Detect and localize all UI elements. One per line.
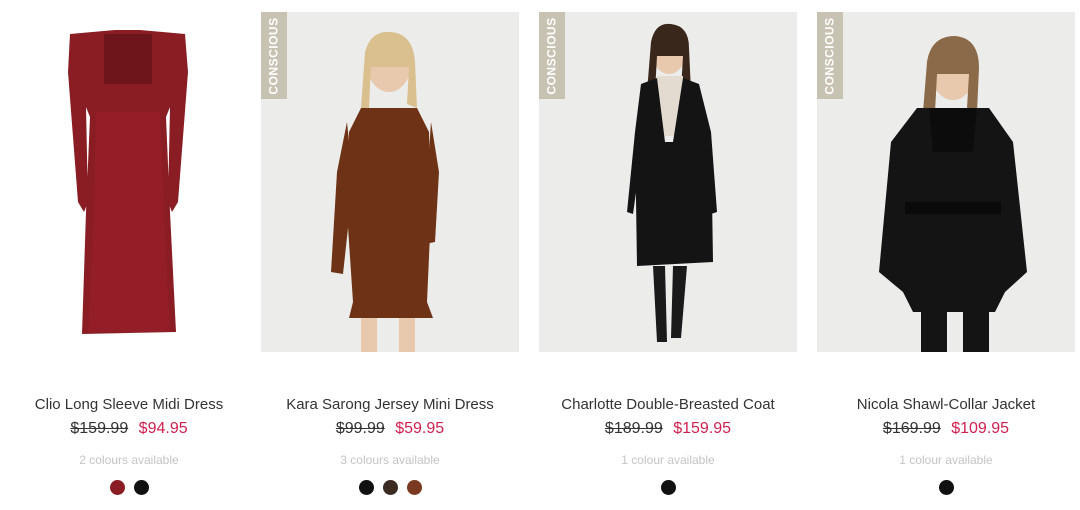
product-card-clio[interactable]: Clio Long Sleeve Midi Dress $159.99 $94.… — [0, 0, 258, 510]
conscious-badge: CONSCIOUS — [817, 12, 843, 99]
colour-swatch-rust[interactable] — [406, 480, 422, 495]
product-name[interactable]: Charlotte Double-Breasted Coat — [539, 396, 797, 413]
colour-swatch-black[interactable] — [358, 480, 374, 495]
product-name[interactable]: Kara Sarong Jersey Mini Dress — [261, 396, 519, 413]
price-block: $189.99 $159.95 — [539, 420, 797, 438]
conscious-badge: CONSCIOUS — [261, 12, 287, 99]
model-illustration — [879, 36, 1027, 352]
product-image[interactable]: CONSCIOUS — [261, 12, 519, 352]
product-image[interactable]: CONSCIOUS — [817, 12, 1075, 352]
product-name[interactable]: Nicola Shawl-Collar Jacket — [817, 396, 1075, 413]
model-illustration — [331, 31, 439, 352]
colours-available-text: 1 colour available — [899, 453, 993, 467]
product-card-nicola[interactable]: CONSCIOUS Nicola Shawl-Collar Jacket $16… — [817, 0, 1075, 510]
product-card-charlotte[interactable]: CONSCIOUS Charlotte Double-Breasted Coat… — [539, 0, 797, 510]
original-price: $159.99 — [70, 420, 129, 437]
product-image[interactable] — [0, 12, 258, 352]
sale-price: $109.95 — [951, 420, 1010, 437]
product-name[interactable]: Clio Long Sleeve Midi Dress — [0, 396, 258, 413]
colour-swatch-black[interactable] — [938, 480, 954, 495]
sale-price: $59.95 — [395, 420, 445, 437]
product-image[interactable]: CONSCIOUS — [539, 12, 797, 352]
conscious-badge: CONSCIOUS — [539, 12, 565, 99]
product-grid: Clio Long Sleeve Midi Dress $159.99 $94.… — [0, 0, 1080, 510]
price-block: $169.99 $109.95 — [817, 420, 1075, 438]
sale-price: $94.95 — [138, 420, 188, 437]
colour-swatches — [261, 480, 519, 495]
colour-swatch-red[interactable] — [109, 480, 125, 495]
model-illustration — [627, 23, 717, 342]
price-block: $99.99 $59.95 — [261, 420, 519, 438]
product-card-kara[interactable]: CONSCIOUS Kara Sarong Jersey Mini Dress … — [261, 0, 519, 510]
colour-swatches — [0, 480, 258, 495]
dress-illustration — [68, 30, 188, 334]
colour-swatch-black[interactable] — [660, 480, 676, 495]
original-price: $169.99 — [882, 420, 941, 437]
colours-available-text: 1 colour available — [621, 453, 715, 467]
colour-swatches — [539, 480, 797, 495]
colour-swatch-black[interactable] — [133, 480, 149, 495]
colours-available-text: 2 colours available — [79, 453, 179, 467]
original-price: $189.99 — [604, 420, 663, 437]
price-block: $159.99 $94.95 — [0, 420, 258, 438]
colour-swatches — [817, 480, 1075, 495]
sale-price: $159.95 — [673, 420, 732, 437]
colours-available-text: 3 colours available — [340, 453, 440, 467]
original-price: $99.99 — [335, 420, 385, 437]
colour-swatch-dark-brown[interactable] — [382, 480, 398, 495]
